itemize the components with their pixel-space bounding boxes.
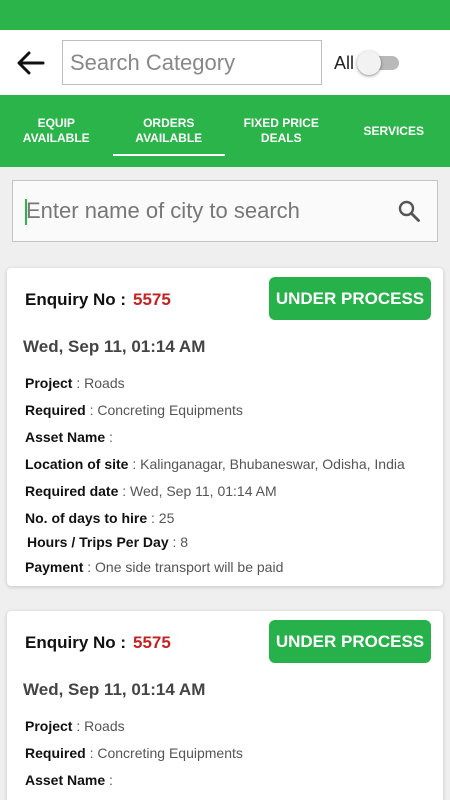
tab-fixed-price-deals[interactable]: FIXED PRICE DEALS	[225, 95, 338, 167]
enquiry-no-label: Enquiry No :	[25, 633, 127, 652]
enquiry-date: Wed, Sep 11, 01:14 AM	[23, 680, 206, 699]
enquiry-card[interactable]: Enquiry No : 5575 UNDER PROCESS Wed, Sep…	[7, 268, 443, 586]
tab-label-line2: AVAILABLE	[135, 131, 203, 145]
field-label: Location of site	[25, 456, 129, 472]
field-value: Concreting Equipments	[97, 402, 243, 418]
required-field: Required : Concreting Equipments	[25, 402, 243, 418]
enquiry-no-label: Enquiry No :	[25, 290, 127, 309]
payment-field: Payment : One side transport will be pai…	[25, 559, 284, 575]
all-toggle-switch[interactable]	[357, 50, 401, 76]
enquiry-number: 5575	[133, 633, 171, 652]
field-value: Roads	[84, 375, 125, 391]
enquiry-number: 5575	[133, 290, 171, 309]
city-search-box	[12, 180, 438, 242]
field-label: Project	[25, 718, 73, 734]
enquiry-card[interactable]: Enquiry No : 5575 UNDER PROCESS Wed, Sep…	[7, 611, 443, 800]
tab-label-line1: ORDERS	[143, 116, 195, 130]
field-value: Kalinganagar, Bhubaneswar, Odisha, India	[140, 456, 405, 472]
all-toggle-label: All	[334, 53, 355, 73]
days-to-hire-field: No. of days to hire : 25	[25, 510, 175, 526]
category-search-input[interactable]	[62, 40, 322, 85]
under-process-button[interactable]: UNDER PROCESS	[269, 620, 431, 663]
field-label: Required date	[25, 483, 119, 499]
under-process-button[interactable]: UNDER PROCESS	[269, 277, 431, 320]
field-value: One side transport will be paid	[95, 559, 284, 575]
hours-trips-field: Hours / Trips Per Day : 8	[27, 534, 189, 550]
tab-equip-available[interactable]: EQUIP AVAILABLE	[0, 95, 113, 167]
enquiry-date: Wed, Sep 11, 01:14 AM	[23, 337, 206, 356]
status-bar	[0, 0, 450, 30]
asset-name-field: Asset Name :	[25, 772, 113, 788]
field-label: Required	[25, 402, 86, 418]
field-value: 25	[158, 510, 175, 526]
field-label: Payment	[25, 559, 84, 575]
field-label: Asset Name	[25, 429, 106, 445]
field-label: Hours / Trips Per Day	[27, 534, 169, 550]
project-field: Project : Roads	[25, 375, 125, 391]
tab-label-line2: AVAILABLE	[22, 131, 90, 145]
required-date-field: Required date : Wed, Sep 11, 01:14 AM	[25, 483, 277, 499]
field-label: Asset Name	[25, 772, 106, 788]
field-value: 8	[180, 534, 189, 550]
city-search-input[interactable]	[13, 181, 383, 241]
tab-label-line1: SERVICES	[363, 123, 424, 138]
toggle-thumb	[357, 51, 381, 75]
text-cursor	[25, 199, 27, 225]
location-field: Location of site : Kalinganagar, Bhubane…	[25, 456, 405, 472]
tab-orders-available[interactable]: ORDERS AVAILABLE	[112, 95, 226, 167]
tab-label-line1: FIXED PRICE	[243, 116, 319, 130]
field-value: Wed, Sep 11, 01:14 AM	[130, 483, 277, 499]
required-field: Required : Concreting Equipments	[25, 745, 243, 761]
asset-name-field: Asset Name :	[25, 429, 113, 445]
tab-label-line2: DEALS	[260, 131, 302, 145]
tab-bar: EQUIP AVAILABLE ORDERS AVAILABLE FIXED PRI…	[0, 95, 450, 167]
back-button[interactable]	[14, 46, 48, 80]
project-field: Project : Roads	[25, 718, 125, 734]
tab-services[interactable]: SERVICES	[338, 95, 450, 167]
field-label: Required	[25, 745, 86, 761]
tab-label-line1: EQUIP	[37, 116, 75, 130]
arrow-left-icon	[17, 51, 45, 75]
field-label: Project	[25, 375, 73, 391]
field-label: No. of days to hire	[25, 510, 148, 526]
field-value: Concreting Equipments	[97, 745, 243, 761]
search-icon[interactable]	[397, 199, 421, 223]
top-app-bar: All	[0, 30, 450, 95]
field-value: Roads	[84, 718, 125, 734]
